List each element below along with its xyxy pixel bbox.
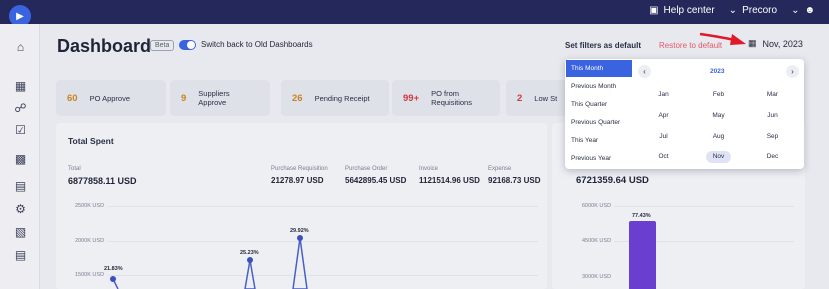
right-panel-value: 6721359.64 USD	[576, 175, 649, 186]
month-jun[interactable]: Jun	[760, 110, 785, 122]
month-aug[interactable]: Aug	[706, 131, 731, 143]
point-label: 29.92%	[290, 228, 309, 234]
y-axis-label: 4500K USD	[582, 238, 612, 244]
bar-label: 77.43%	[632, 213, 651, 219]
month-feb[interactable]: Feb	[706, 89, 731, 101]
preset-previous-month[interactable]: Previous Month	[566, 78, 632, 95]
preset-previous-year[interactable]: Previous Year	[566, 150, 632, 167]
month-jan[interactable]: Jan	[651, 89, 676, 101]
series-line-c	[292, 237, 308, 289]
y-axis-label: 3000K USD	[582, 274, 612, 280]
month-mar[interactable]: Mar	[760, 89, 785, 101]
series-line-b	[244, 259, 256, 289]
chart-bar	[629, 221, 656, 289]
month-oct[interactable]: Oct	[651, 151, 676, 163]
month-sep[interactable]: Sep	[760, 131, 785, 143]
month-dec[interactable]: Dec	[760, 151, 785, 163]
date-picker-dropdown: This Month Previous Month This Quarter P…	[565, 59, 804, 169]
month-apr[interactable]: Apr	[651, 110, 676, 122]
month-may[interactable]: May	[706, 110, 731, 122]
prev-year-button[interactable]: ‹	[638, 65, 651, 78]
preset-this-month[interactable]: This Month	[566, 60, 632, 77]
preset-this-quarter[interactable]: This Quarter	[566, 96, 632, 113]
data-point	[297, 235, 303, 241]
month-nov[interactable]: Nov	[706, 151, 731, 163]
next-year-button[interactable]: ›	[786, 65, 799, 78]
y-axis-label: 6000K USD	[582, 203, 612, 209]
month-jul[interactable]: Jul	[651, 131, 676, 143]
calendar-year: 2023	[710, 68, 725, 75]
data-point	[247, 257, 253, 263]
point-label: 21.83%	[104, 266, 123, 272]
data-point	[110, 276, 116, 282]
grid-line	[614, 206, 794, 207]
preset-previous-quarter[interactable]: Previous Quarter	[566, 114, 632, 131]
point-label: 25.23%	[240, 250, 259, 256]
preset-this-year[interactable]: This Year	[566, 132, 632, 149]
